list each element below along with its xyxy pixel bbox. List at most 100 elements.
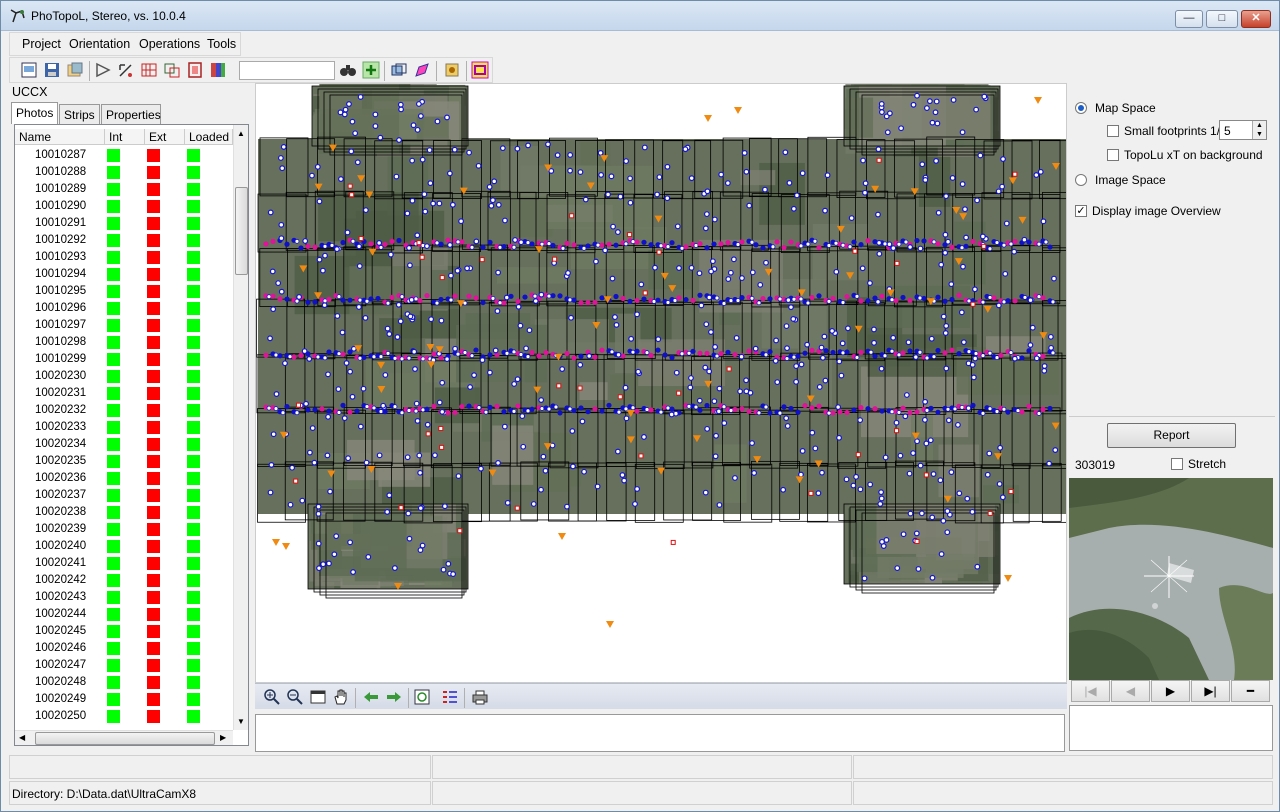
table-row[interactable]: 10020237: [15, 487, 233, 504]
table-row[interactable]: 10020232: [15, 402, 233, 419]
minimize-button[interactable]: —: [1175, 10, 1203, 28]
table-row[interactable]: 10020239: [15, 521, 233, 538]
table-row[interactable]: 10010292: [15, 232, 233, 249]
column-int[interactable]: Int: [105, 129, 145, 145]
table-row[interactable]: 10020246: [15, 640, 233, 657]
photo-thumbnail[interactable]: [1069, 478, 1273, 680]
layers-icon[interactable]: [390, 61, 408, 79]
print-icon[interactable]: [471, 688, 489, 706]
photo-block-footprints[interactable]: [256, 84, 1067, 683]
table-row[interactable]: 10020241: [15, 555, 233, 572]
tie-icon[interactable]: [163, 61, 181, 79]
table-row[interactable]: 10020238: [15, 504, 233, 521]
table-row[interactable]: 10010287: [15, 147, 233, 164]
tab-photos[interactable]: Photos: [11, 102, 58, 124]
table-row[interactable]: 10020240: [15, 538, 233, 555]
save-icon[interactable]: [43, 61, 61, 79]
next-photo-button[interactable]: ▶: [1151, 680, 1190, 702]
table-row[interactable]: 10020248: [15, 674, 233, 691]
stretch-checkbox[interactable]: [1171, 458, 1183, 470]
last-photo-button[interactable]: ▶|: [1191, 680, 1230, 702]
topolu-checkbox[interactable]: [1107, 149, 1119, 161]
table-row[interactable]: 10010290: [15, 198, 233, 215]
close-button[interactable]: ✕: [1241, 10, 1271, 28]
tab-properties[interactable]: Properties: [101, 104, 161, 124]
orient-icon[interactable]: [94, 61, 112, 79]
column-ext[interactable]: Ext: [145, 129, 185, 145]
column-loaded[interactable]: Loaded: [185, 129, 233, 145]
legend-icon[interactable]: [441, 688, 459, 706]
table-row[interactable]: 10020235: [15, 453, 233, 470]
forward-icon[interactable]: [385, 688, 403, 706]
tie-point: [326, 560, 332, 567]
tie-point: [339, 329, 346, 336]
table-row[interactable]: 10010298: [15, 334, 233, 351]
hscroll-thumb[interactable]: [35, 732, 215, 745]
table-row[interactable]: 10020250: [15, 708, 233, 725]
tie-point: [756, 410, 762, 416]
image-space-radio[interactable]: [1075, 174, 1087, 186]
table-row[interactable]: 10020243: [15, 589, 233, 606]
tie-point: [995, 188, 1002, 195]
horizontal-scrollbar[interactable]: ◀ ▶: [15, 730, 233, 745]
prev-photo-button[interactable]: ◀: [1111, 680, 1150, 702]
report-button[interactable]: Report: [1107, 423, 1236, 448]
table-row[interactable]: 10020245: [15, 623, 233, 640]
menu-project[interactable]: Project: [22, 37, 61, 51]
export-icon[interactable]: [471, 61, 489, 79]
table-row[interactable]: 10020231: [15, 385, 233, 402]
table-row[interactable]: 10010295: [15, 283, 233, 300]
menu-orientation[interactable]: Orientation: [69, 37, 130, 51]
tab-strips[interactable]: Strips: [59, 104, 100, 124]
edit-icon[interactable]: [413, 61, 431, 79]
table-row[interactable]: 10010299: [15, 351, 233, 368]
compute-icon[interactable]: [443, 61, 461, 79]
map-view[interactable]: [255, 83, 1067, 683]
table-row[interactable]: 10020234: [15, 436, 233, 453]
maximize-button[interactable]: □: [1206, 10, 1238, 28]
table-row[interactable]: 10010296: [15, 300, 233, 317]
search-input[interactable]: [239, 61, 335, 80]
table-row[interactable]: 10010297: [15, 317, 233, 334]
table-row[interactable]: 10010294: [15, 266, 233, 283]
open-icon[interactable]: [66, 61, 84, 79]
footprint-ratio-spinner[interactable]: 5 ▲ ▼: [1219, 120, 1267, 140]
column-name[interactable]: Name: [15, 129, 105, 145]
menu-tools[interactable]: Tools: [207, 37, 236, 51]
table-row[interactable]: 10010291: [15, 215, 233, 232]
find-icon[interactable]: [339, 61, 357, 79]
table-row[interactable]: 10020247: [15, 657, 233, 674]
refresh-icon[interactable]: [413, 688, 431, 706]
bundle-icon[interactable]: [209, 61, 227, 79]
table-row[interactable]: 10020236: [15, 470, 233, 487]
first-photo-button[interactable]: |◀: [1071, 680, 1110, 702]
add-icon[interactable]: [362, 61, 380, 79]
table-row[interactable]: 10010293: [15, 249, 233, 266]
menu-operations[interactable]: Operations: [139, 37, 200, 51]
table-row[interactable]: 10010288: [15, 164, 233, 181]
point-icon[interactable]: [117, 61, 135, 79]
map-space-radio[interactable]: [1075, 102, 1087, 114]
back-icon[interactable]: [362, 688, 380, 706]
table-row[interactable]: 10010289: [15, 181, 233, 198]
tie-point: [347, 409, 353, 415]
new-icon[interactable]: [20, 61, 38, 79]
strip-icon[interactable]: [140, 61, 158, 79]
table-row[interactable]: 10020233: [15, 419, 233, 436]
block-icon[interactable]: [186, 61, 204, 79]
table-row[interactable]: 10020244: [15, 606, 233, 623]
table-row[interactable]: 10020242: [15, 572, 233, 589]
small-footprints-checkbox[interactable]: [1107, 125, 1119, 137]
scroll-thumb[interactable]: [235, 187, 248, 275]
table-row[interactable]: 10020230: [15, 368, 233, 385]
display-overview-checkbox[interactable]: ✓: [1075, 205, 1087, 217]
zoom-out-icon[interactable]: [286, 688, 304, 706]
fit-icon[interactable]: [309, 688, 327, 706]
vertical-scrollbar[interactable]: ▲ ▼: [233, 125, 248, 730]
zoom-in-icon[interactable]: [263, 688, 281, 706]
remove-photo-button[interactable]: ━: [1231, 680, 1270, 702]
message-box[interactable]: [255, 714, 1065, 752]
tie-point: [326, 296, 332, 302]
pan-icon[interactable]: [332, 688, 350, 706]
table-row[interactable]: 10020249: [15, 691, 233, 708]
